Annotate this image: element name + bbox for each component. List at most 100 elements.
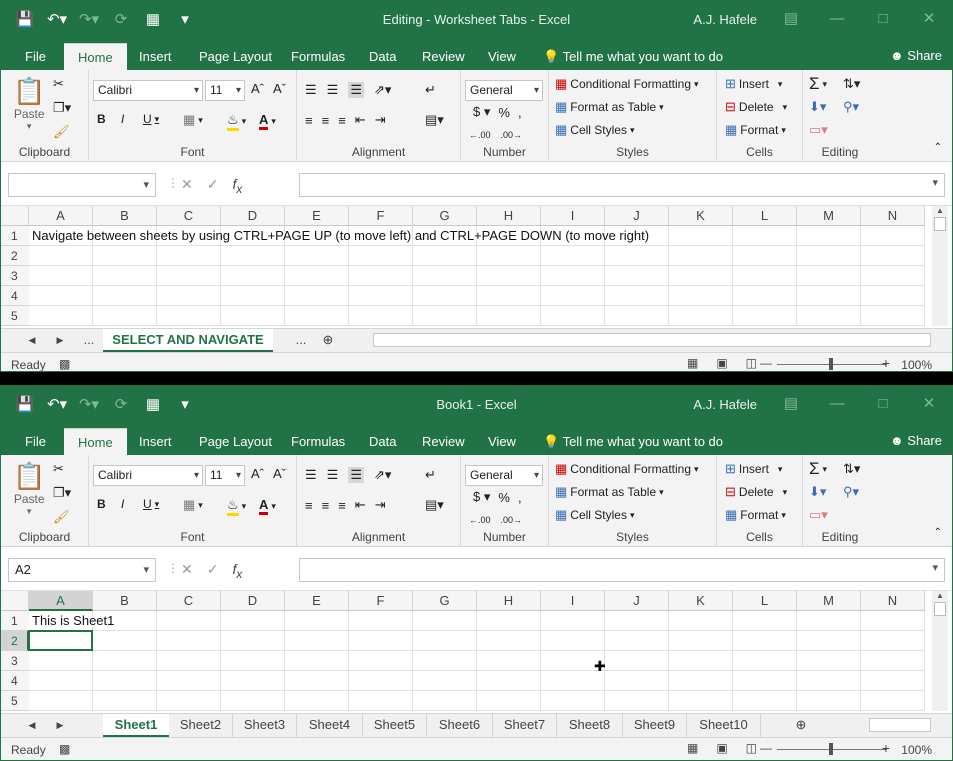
format-as-table-button[interactable]: ▦ Format as Table ▾ (555, 484, 664, 500)
tab-page-layout[interactable]: Page Layout (197, 43, 274, 70)
column-header-b[interactable]: B (93, 591, 157, 611)
underline-button[interactable]: U ▾ (143, 112, 159, 126)
ribbon-display-icon[interactable]: ▤ (768, 386, 814, 422)
fill-color-button[interactable]: ♨ ▾ (227, 112, 246, 131)
column-header-m[interactable]: M (797, 206, 861, 226)
row-header-3[interactable]: 3 (1, 651, 29, 671)
sheet-ellipsis-left[interactable]: ... (77, 329, 101, 353)
cell-area[interactable]: Navigate between sheets by using CTRL+PA… (29, 226, 925, 326)
font-name-combo[interactable]: Calibri (93, 80, 203, 101)
number-format-combo[interactable]: General (465, 465, 543, 486)
format-cells-button[interactable]: ▦ Format ▾ (725, 122, 786, 138)
fill-button[interactable]: ⬇▾ (809, 99, 826, 115)
column-header-d[interactable]: D (221, 206, 285, 226)
user-name[interactable]: A.J. Hafele (693, 397, 757, 412)
orientation-icon[interactable]: ⇗▾ (374, 82, 391, 98)
cut-button[interactable]: ✂ (53, 76, 64, 92)
macro-record-icon[interactable]: ▩ (59, 742, 70, 756)
zoom-level[interactable]: 100% (901, 358, 932, 371)
cancel-icon[interactable]: ✕ (181, 176, 193, 196)
vertical-scrollbar[interactable]: ▲ (932, 206, 948, 326)
insert-function-icon[interactable]: fx (232, 176, 242, 196)
insert-cells-button[interactable]: ⊞ Insert ▾ (725, 76, 782, 92)
column-header-j[interactable]: J (605, 591, 669, 611)
comma-icon[interactable]: , (518, 490, 522, 505)
sheet-tab-sheet3[interactable]: Sheet3 (233, 714, 297, 738)
maximize-icon[interactable]: □ (860, 1, 906, 37)
formula-input[interactable] (299, 173, 945, 197)
close-icon[interactable]: ✕ (906, 386, 952, 422)
new-sheet-icon[interactable]: ⊕ (317, 329, 339, 353)
horizontal-scrollbar[interactable] (373, 333, 931, 347)
merge-center-button[interactable]: ▤▾ (425, 497, 444, 513)
column-header-i[interactable]: I (541, 591, 605, 611)
tab-view[interactable]: View (486, 43, 518, 70)
horizontal-scrollbar[interactable] (869, 718, 931, 732)
selected-cell-a2[interactable] (28, 630, 93, 651)
autosum-button[interactable]: Σ ▾ (809, 74, 827, 94)
align-bottom-icon[interactable]: ☰ (348, 82, 364, 98)
currency-icon[interactable]: $ ▾ (473, 104, 490, 120)
scroll-thumb[interactable] (934, 217, 946, 231)
autosum-button[interactable]: Σ ▾ (809, 459, 827, 479)
row-header-1[interactable]: 1 (1, 611, 29, 631)
font-size-combo[interactable]: 11 (205, 465, 245, 486)
tab-formulas[interactable]: Formulas (289, 428, 347, 455)
copy-button[interactable]: ❐▾ (53, 485, 71, 501)
column-header-k[interactable]: K (669, 591, 733, 611)
tab-review[interactable]: Review (420, 43, 467, 70)
row-header-2[interactable]: 2 (1, 246, 29, 266)
zoom-slider[interactable] (777, 358, 887, 370)
zoom-out-icon[interactable]: — (760, 741, 772, 755)
maximize-icon[interactable]: □ (860, 386, 906, 422)
sheet-tab-sheet2[interactable]: Sheet2 (169, 714, 233, 738)
sheet-tab-sheet7[interactable]: Sheet7 (493, 714, 557, 738)
sort-filter-button[interactable]: ⇅▾ (843, 461, 860, 477)
zoom-in-icon[interactable]: + (882, 740, 890, 756)
tab-file[interactable]: File (23, 428, 48, 455)
sheet-tab-sheet9[interactable]: Sheet9 (623, 714, 687, 738)
tab-page-layout[interactable]: Page Layout (197, 428, 274, 455)
page-layout-view-icon[interactable]: ▣ (716, 741, 727, 755)
font-name-combo[interactable]: Calibri (93, 465, 203, 486)
row-header-4[interactable]: 4 (1, 671, 29, 691)
format-cells-button[interactable]: ▦ Format ▾ (725, 507, 786, 523)
bold-button[interactable]: B (97, 112, 106, 126)
scroll-thumb[interactable] (934, 602, 946, 616)
sheet-tab-sheet10[interactable]: Sheet10 (687, 714, 761, 738)
column-header-c[interactable]: C (157, 591, 221, 611)
font-size-combo[interactable]: 11 (205, 80, 245, 101)
scroll-sheets-right-icon[interactable]: ▶ (51, 714, 69, 738)
scroll-sheets-left-icon[interactable]: ◀ (23, 329, 41, 353)
cell-a1[interactable]: Navigate between sheets by using CTRL+PA… (32, 228, 649, 243)
page-break-view-icon[interactable]: ◫ (746, 356, 757, 370)
user-name[interactable]: A.J. Hafele (693, 12, 757, 27)
column-header-l[interactable]: L (733, 206, 797, 226)
sheet-tab-sheet8[interactable]: Sheet8 (557, 714, 623, 738)
column-header-j[interactable]: J (605, 206, 669, 226)
row-header-1[interactable]: 1 (1, 226, 29, 246)
close-icon[interactable]: ✕ (906, 1, 952, 37)
tab-home[interactable]: Home (64, 43, 127, 70)
format-as-table-button[interactable]: ▦ Format as Table ▾ (555, 99, 664, 115)
tab-home[interactable]: Home (64, 428, 127, 455)
decrease-decimal-icon[interactable]: .00→ (501, 515, 523, 525)
sort-filter-button[interactable]: ⇅▾ (843, 76, 860, 92)
decrease-decimal-icon[interactable]: .00→ (501, 130, 523, 140)
select-all-corner[interactable] (1, 591, 29, 611)
percent-icon[interactable]: % (498, 490, 510, 505)
increase-decimal-icon[interactable]: ←.00 (469, 515, 491, 525)
clear-button[interactable]: ▭▾ (809, 122, 828, 138)
paste-button[interactable]: 📋 Paste ▾ (13, 76, 45, 132)
fill-color-button[interactable]: ♨ ▾ (227, 497, 246, 516)
tell-me-box[interactable]: 💡 Tell me what you want to do (541, 43, 725, 70)
sheet-tab-sheet4[interactable]: Sheet4 (297, 714, 363, 738)
align-right-icon[interactable]: ≡ (338, 498, 346, 513)
macro-record-icon[interactable]: ▩ (59, 357, 70, 371)
formula-input[interactable] (299, 558, 945, 582)
column-header-d[interactable]: D (221, 591, 285, 611)
align-top-icon[interactable]: ☰ (305, 467, 317, 483)
column-header-f[interactable]: F (349, 206, 413, 226)
borders-button[interactable]: ▦ ▾ (183, 497, 203, 513)
normal-view-icon[interactable]: ▦ (687, 741, 698, 755)
